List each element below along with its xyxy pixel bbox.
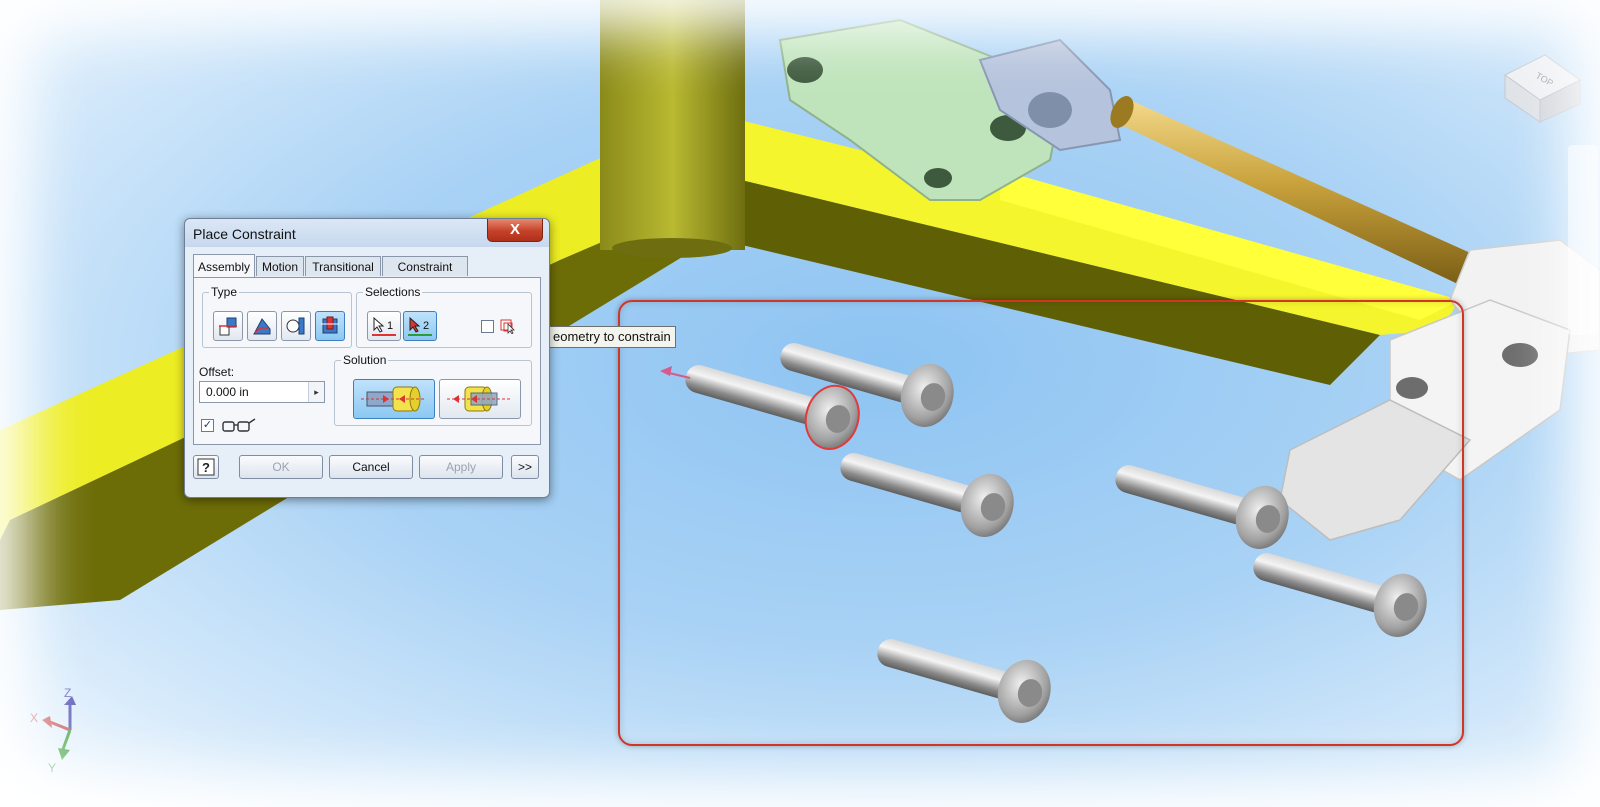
solution-group-label: Solution: [341, 353, 389, 367]
select-2-label: 2: [423, 320, 430, 332]
close-button[interactable]: X: [487, 219, 543, 242]
opposed-solution-icon: [361, 386, 425, 412]
offset-dropdown-arrow-icon[interactable]: ▸: [308, 382, 324, 402]
select-1-button[interactable]: 1: [367, 311, 401, 341]
show-preview-checkbox[interactable]: ✓: [201, 419, 214, 432]
selections-group-label: Selections: [363, 285, 423, 299]
triad-y-label: Y: [48, 761, 56, 775]
tab-constraint-set[interactable]: Constraint Set: [382, 256, 468, 294]
aligned-solution-icon: [447, 386, 511, 412]
pick-part-first-checkbox[interactable]: [481, 320, 494, 333]
axis-triad: Z X Y: [30, 686, 76, 775]
solution-group: Solution: [334, 353, 532, 426]
glasses-preview-icon: [222, 418, 256, 432]
select-1-color-bar: [372, 334, 396, 336]
dialog-titlebar[interactable]: Place Constraint X: [185, 219, 549, 247]
tab-assembly[interactable]: Assembly: [193, 254, 255, 277]
viewcube[interactable]: TOP: [1504, 54, 1581, 123]
type-group-label: Type: [209, 285, 240, 299]
vertical-post: [600, 0, 745, 258]
mate-constraint-button[interactable]: [213, 311, 243, 341]
select-2-color-bar: [408, 334, 432, 336]
tooltip: eometry to constrain: [548, 326, 676, 348]
help-button[interactable]: ?: [193, 455, 219, 479]
type-group: Type: [202, 285, 352, 348]
svg-text:?: ?: [202, 460, 210, 475]
offset-label: Offset:: [199, 365, 235, 379]
insert-constraint-button[interactable]: [315, 311, 345, 341]
pick-part-first-icon: [500, 319, 515, 334]
place-constraint-dialog[interactable]: Place Constraint X Assembly Motion Trans…: [184, 218, 550, 498]
more-button[interactable]: >>: [511, 455, 539, 479]
cancel-button[interactable]: Cancel: [329, 455, 413, 479]
angle-constraint-button[interactable]: [247, 311, 277, 341]
cursor-arrow-icon: [373, 317, 385, 333]
cursor-arrow-icon: [409, 317, 421, 333]
offset-input[interactable]: 0.000 in: [199, 381, 325, 403]
apply-button[interactable]: Apply: [419, 455, 503, 479]
dialog-title: Place Constraint: [193, 226, 296, 242]
close-icon: X: [509, 221, 520, 238]
triad-z-label: Z: [64, 686, 71, 700]
offset-field[interactable]: 0.000 in ▸: [199, 381, 325, 403]
solution-opposed-button[interactable]: [353, 379, 435, 419]
help-icon: ?: [197, 458, 215, 476]
select-1-label: 1: [387, 320, 394, 332]
ok-button[interactable]: OK: [239, 455, 323, 479]
selection-window: [618, 300, 1464, 746]
tangent-constraint-icon: [286, 317, 305, 335]
tangent-constraint-button[interactable]: [281, 311, 311, 341]
tab-motion[interactable]: Motion: [256, 256, 304, 276]
insert-constraint-icon: [321, 316, 339, 334]
navigation-bar[interactable]: [1568, 145, 1598, 335]
selections-group: Selections 1 2: [356, 285, 532, 348]
tab-transitional[interactable]: Transitional: [305, 256, 381, 276]
triad-x-label: X: [30, 711, 38, 725]
mate-constraint-icon: [219, 317, 237, 336]
solution-aligned-button[interactable]: [439, 379, 521, 419]
select-2-button[interactable]: 2: [403, 311, 437, 341]
angle-constraint-icon: [253, 318, 271, 335]
